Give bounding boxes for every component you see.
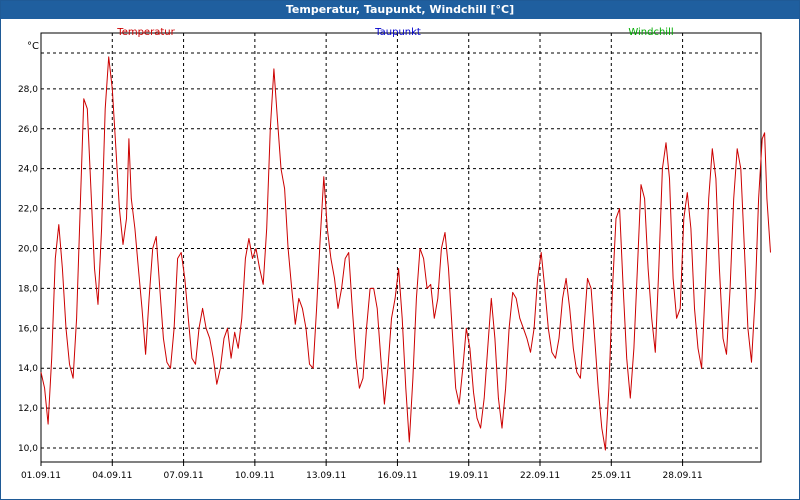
x-tick-label: 16.09.11 <box>377 471 417 481</box>
y-tick-label: 16,0 <box>18 324 38 334</box>
plot-frame <box>40 32 762 463</box>
x-tick-label: 22.09.11 <box>520 471 560 481</box>
y-tick-label: 26,0 <box>18 125 38 135</box>
y-tick-label: 20,0 <box>18 244 38 254</box>
x-tick-label: 28.09.11 <box>663 471 703 481</box>
chart-window: Temperatur, Taupunkt, Windchill [°C] 10,… <box>0 0 800 500</box>
y-tick-label: 24,0 <box>18 165 38 175</box>
legend-item-taupunkt: Taupunkt <box>374 27 421 38</box>
y-axis: 10,0 12,0 14,0 16,0 18,0 20,0 22,0 24,0 26,0 28,0 <box>18 85 38 454</box>
x-tick-label: 25.09.11 <box>591 471 631 481</box>
temperature-chart: 10,0 12,0 14,0 16,0 18,0 20,0 22,0 24,0 26,0 28,0… <box>18 27 771 481</box>
x-tick-label: 07.09.11 <box>164 471 204 481</box>
window-title: Temperatur, Taupunkt, Windchill [°C] <box>1 1 799 19</box>
x-tick-label: 01.09.11 <box>21 471 61 481</box>
legend-item-windchill: Windchill <box>628 27 673 38</box>
plot-border <box>40 32 762 463</box>
x-tick-label: 19.09.11 <box>449 471 489 481</box>
x-tick-label: 10.09.11 <box>235 471 275 481</box>
x-tick-label: 04.09.11 <box>92 471 132 481</box>
y-tick-label: 14,0 <box>18 364 38 374</box>
y-tick-label: 18,0 <box>18 284 38 294</box>
y-axis-label: °C <box>27 41 39 52</box>
legend-item-temperatur: Temperatur <box>116 27 175 38</box>
x-tick-label: 13.09.11 <box>306 471 346 481</box>
series-layer <box>40 56 771 451</box>
chart-grid <box>41 33 761 462</box>
series-line-temperatur <box>40 56 771 451</box>
y-tick-label: 22,0 <box>18 205 38 215</box>
y-tick-label: 28,0 <box>18 85 38 95</box>
y-tick-label: 10,0 <box>18 444 38 454</box>
x-axis: 01.09.11 04.09.11 07.09.11 10.09.11 13.09.11… <box>21 462 703 481</box>
y-tick-label: 12,0 <box>18 404 38 414</box>
